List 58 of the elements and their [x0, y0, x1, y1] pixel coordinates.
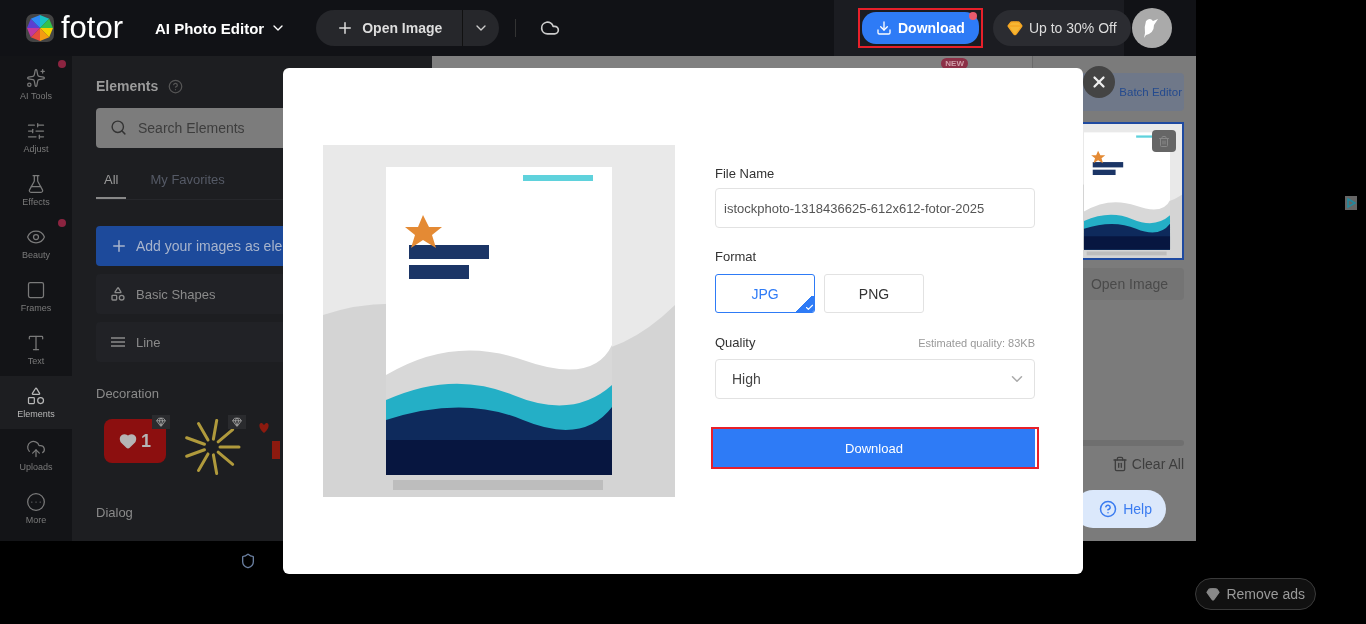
help-icon[interactable]	[168, 78, 184, 94]
logo-icon	[25, 13, 55, 43]
tool-tab[interactable]: Adjust	[0, 111, 72, 164]
field-label: Quality	[715, 335, 756, 350]
tool-tab[interactable]: Elements	[0, 376, 72, 429]
tool-tab[interactable]: More	[0, 482, 72, 535]
quality-select[interactable]: High	[715, 359, 1035, 399]
shapes-icon	[110, 286, 126, 302]
field-label: File Name	[715, 166, 776, 181]
help-icon	[1099, 500, 1118, 518]
shapes-icon	[26, 386, 46, 406]
sliders-icon	[26, 121, 46, 141]
flask-icon	[26, 174, 46, 194]
close-icon	[1090, 73, 1108, 91]
delete-button[interactable]	[1152, 130, 1176, 152]
tool-tab[interactable]: AI Tools	[0, 58, 72, 111]
panel-title: Elements	[96, 78, 159, 94]
section-title: Dialog	[96, 505, 134, 520]
panel-tab[interactable]: All	[96, 172, 127, 199]
promo-button[interactable]: Up to 30% Off	[992, 10, 1131, 46]
upload-icon	[26, 439, 46, 459]
tool-tab[interactable]: Effects	[0, 164, 72, 217]
diamond-icon	[1206, 587, 1221, 601]
field-label: Format	[715, 249, 758, 264]
trash-icon	[1158, 134, 1170, 148]
section-title: Decoration	[96, 386, 160, 401]
like-count: 1	[141, 430, 151, 452]
more-icon	[26, 492, 46, 512]
avatar[interactable]	[1132, 8, 1172, 48]
heart-icon	[119, 432, 137, 450]
frame-icon	[26, 280, 46, 300]
tool-tab[interactable]: Uploads	[0, 429, 72, 482]
remove-ads-button[interactable]: Remove ads	[1195, 578, 1316, 610]
firework-sticker-icon[interactable]	[182, 419, 242, 477]
search-icon	[110, 119, 127, 136]
diamond-icon	[1006, 20, 1023, 36]
quality-estimate: Estimated quality: 83KB	[918, 337, 1035, 349]
tool-tab[interactable]: Beauty	[0, 217, 72, 270]
plus-icon	[110, 237, 128, 255]
lines-icon	[110, 336, 126, 348]
download-icon	[876, 20, 892, 36]
file-name-field[interactable]: istockphoto-1318436625-612x612-fotor-2025	[715, 188, 1035, 228]
check-icon	[805, 303, 814, 312]
text-icon	[26, 333, 46, 353]
product-menu[interactable]: AI Photo Editor	[155, 19, 287, 37]
logo-text: fotor	[61, 10, 124, 46]
cloud-icon[interactable]	[540, 18, 561, 38]
download-button[interactable]: Download	[862, 12, 979, 44]
tool-tab[interactable]: Text	[0, 323, 72, 376]
shield-icon	[240, 553, 256, 569]
clear-all-button[interactable]: Clear All	[1111, 456, 1184, 472]
format-option[interactable]: JPG	[715, 274, 815, 313]
format-option[interactable]: PNG	[824, 274, 924, 313]
download-button[interactable]: Download	[713, 429, 1035, 467]
sparkle-icon	[26, 68, 46, 88]
trash-icon	[1111, 456, 1128, 472]
tool-tab[interactable]: Frames	[0, 270, 72, 323]
panel-tab[interactable]: My Favorites	[142, 172, 233, 199]
